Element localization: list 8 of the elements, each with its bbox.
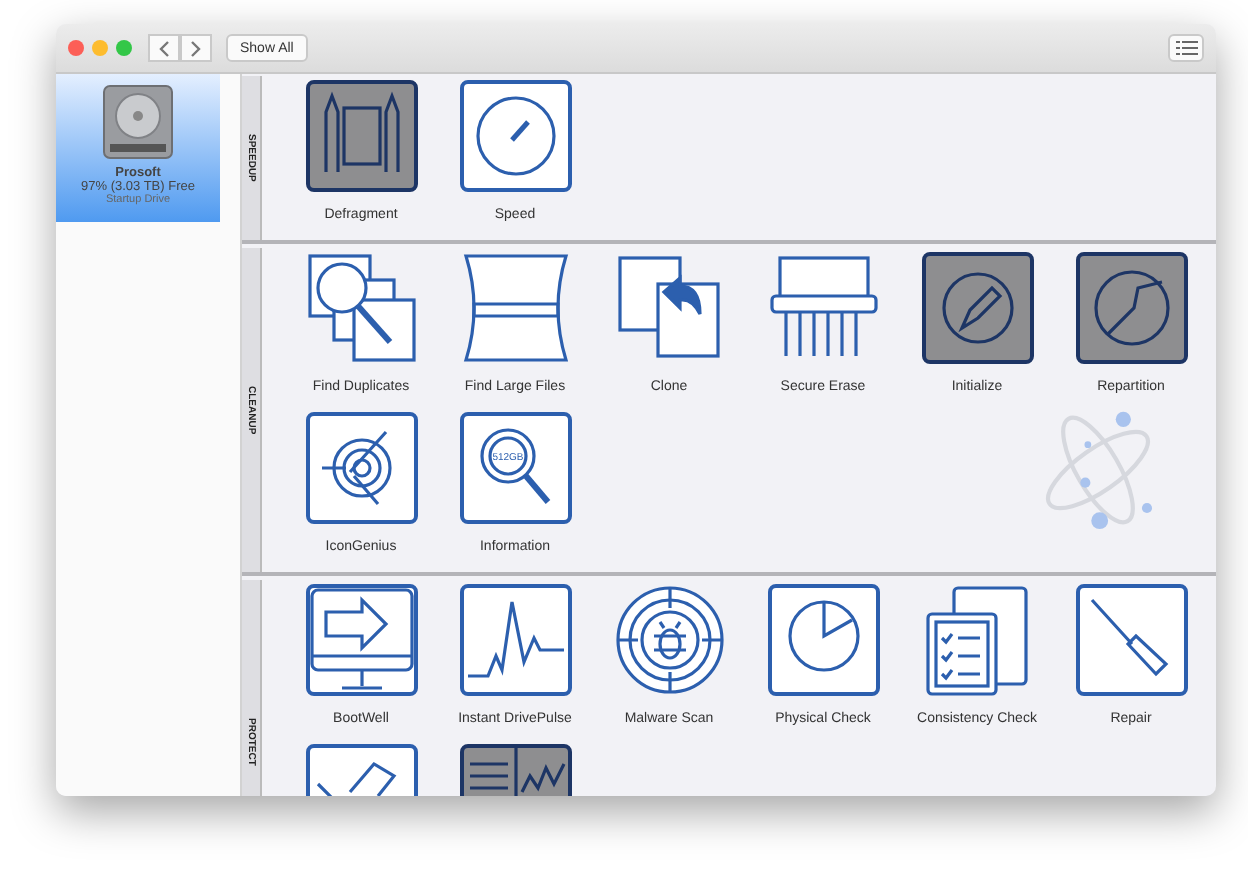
list-view-button[interactable] [1168, 34, 1204, 62]
back-button[interactable] [148, 34, 180, 62]
forward-button[interactable] [180, 34, 212, 62]
close-button[interactable] [68, 40, 84, 56]
hard-drive-icon [98, 82, 178, 162]
list-icon [1175, 40, 1197, 56]
chevron-left-icon [158, 39, 170, 57]
chevron-right-icon [190, 39, 202, 57]
